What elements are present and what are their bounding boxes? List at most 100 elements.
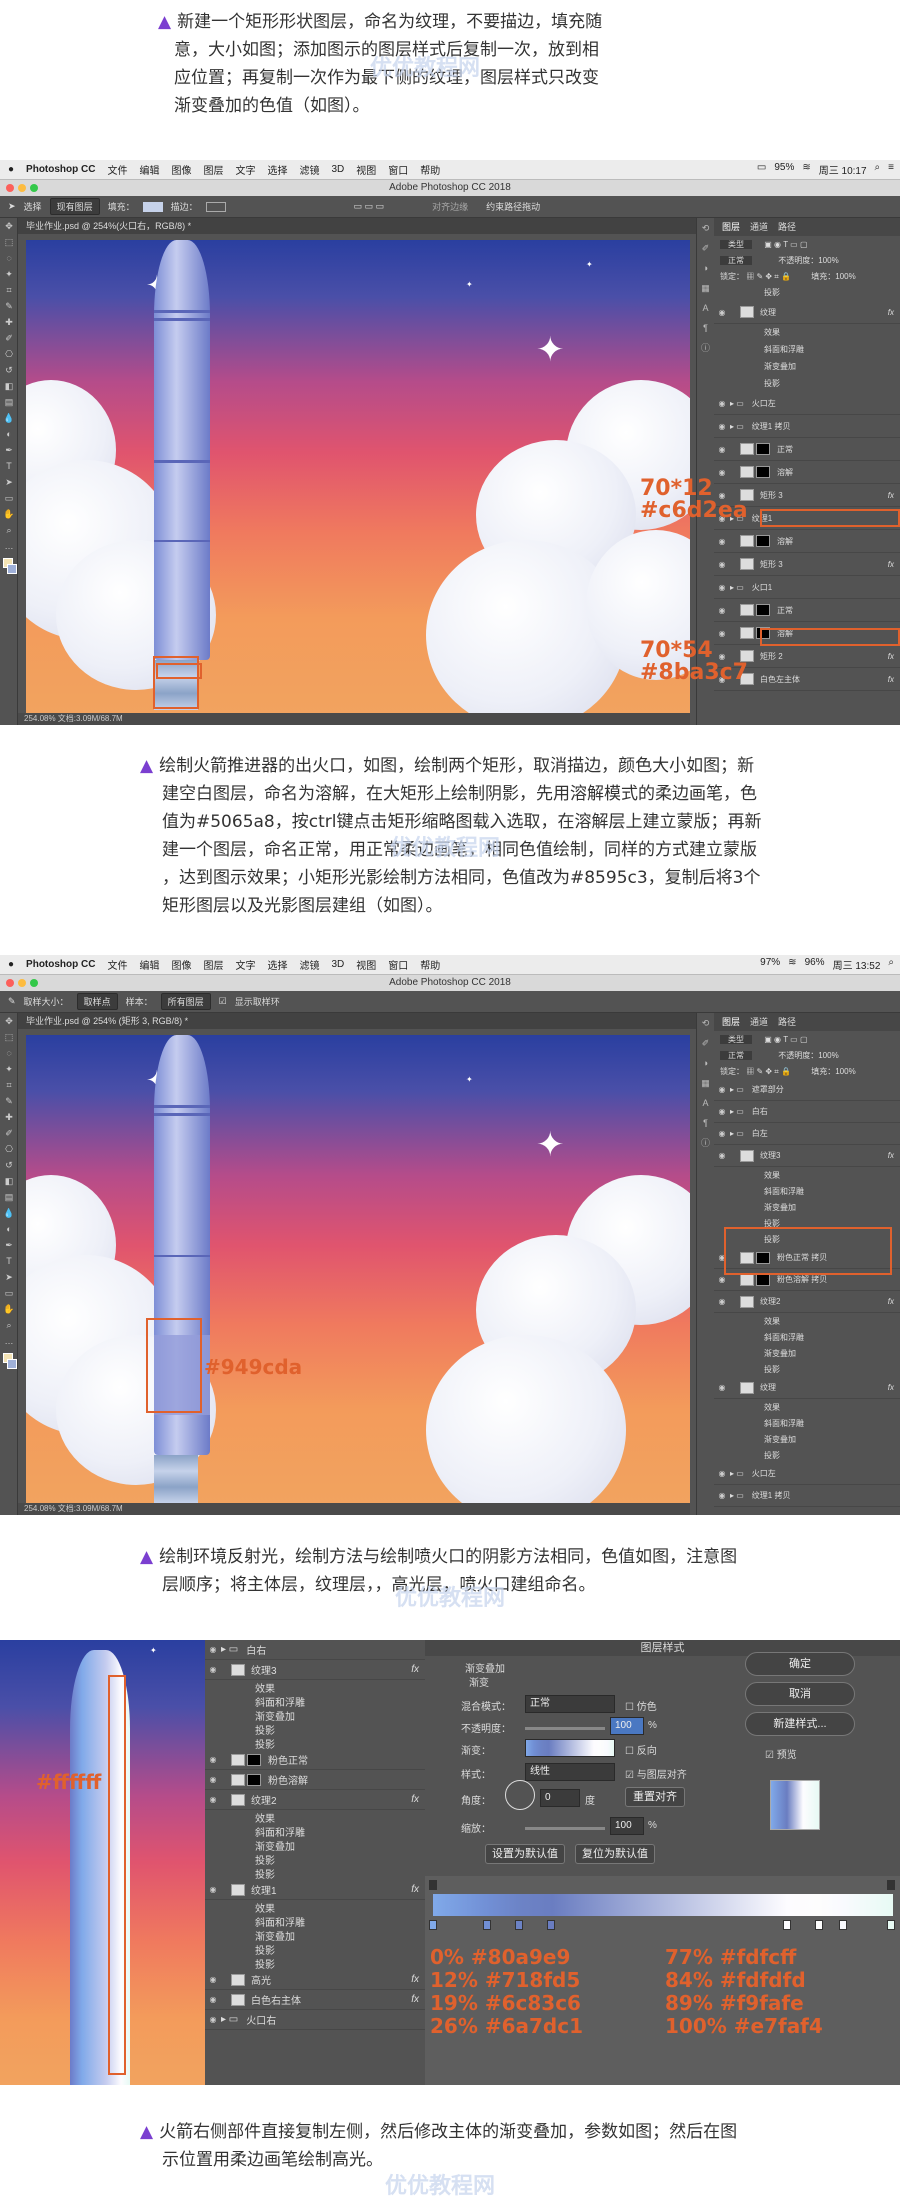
filter-icons[interactable]: ▣ ◉ T ▭ ▢ [764, 240, 807, 249]
layer-row[interactable]: ◉ 纹理2 fx [205, 1790, 425, 1810]
pen-tool-icon[interactable]: ✒ [0, 442, 18, 458]
dither-checkbox[interactable]: ☐ 仿色 [625, 1698, 657, 1713]
visibility-eye-icon[interactable]: ◉ [205, 1975, 221, 1984]
history-brush-icon[interactable]: ↺ [0, 1157, 18, 1173]
character-icon[interactable]: A [697, 298, 714, 318]
folder-icon[interactable]: ▸ ▭ [730, 1469, 744, 1478]
layer-row[interactable]: ◉ 白色右主体 fx [205, 1990, 425, 2010]
layer-effect-row[interactable]: ◉斜面和浮雕 [714, 1415, 900, 1431]
visibility-eye-icon[interactable]: ◉ [714, 1107, 730, 1116]
canvas-artwork[interactable]: ✦ ✦ ✦ #949cda [26, 1035, 690, 1503]
swatch-icon[interactable]: ▦ [697, 1073, 714, 1093]
lasso-tool-icon[interactable]: ◌ [0, 1045, 18, 1061]
brush-preset-icon[interactable]: ✐ [697, 238, 714, 258]
gradient-swatch[interactable] [525, 1739, 615, 1757]
layer-row[interactable]: ◉ 纹理3 fx [714, 1145, 900, 1167]
heal-tool-icon[interactable]: ✚ [0, 1109, 18, 1125]
layer-thumbnail[interactable] [740, 1149, 754, 1162]
ok-button[interactable]: 确定 [745, 1652, 855, 1676]
brush-preset-icon[interactable]: ✐ [697, 1033, 714, 1053]
history-icon[interactable]: ⟲ [697, 218, 714, 238]
visibility-eye-icon[interactable]: ◉ [714, 1275, 730, 1284]
paragraph-icon[interactable]: ¶ [697, 1113, 714, 1133]
fill-value[interactable]: 100% [835, 1067, 855, 1076]
menu-help[interactable]: 帮助 [420, 162, 440, 177]
fx-icon[interactable]: fx [411, 1994, 425, 2005]
layer-thumbnail[interactable] [740, 627, 754, 639]
folder-icon[interactable]: ▸ ▭ [730, 1085, 744, 1094]
opacity-input[interactable]: 100 [610, 1717, 644, 1735]
visibility-eye-icon[interactable]: ◉ [714, 537, 730, 546]
wand-tool-icon[interactable]: ✦ [0, 266, 18, 282]
layer-effect-row[interactable]: ◉斜面和浮雕 [205, 1824, 425, 1839]
layer-group-row[interactable]: ◉ ▸ ▭ 火口左 [714, 392, 900, 415]
fx-icon[interactable]: fx [411, 1884, 425, 1895]
color-stop[interactable] [547, 1920, 555, 1930]
layer-group-row[interactable]: ◉ ▸ ▭ 白左 [714, 1123, 900, 1145]
menu-window[interactable]: 窗口 [388, 957, 408, 972]
tab-paths[interactable]: 路径 [778, 218, 796, 236]
layer-effect-row[interactable]: ◉投影 [714, 284, 900, 301]
mask-thumbnail[interactable] [756, 443, 770, 455]
checkbox-icon[interactable]: ☑ [219, 996, 227, 1007]
stamp-tool-icon[interactable]: ⎔ [0, 346, 18, 362]
blend-mode-dropdown[interactable]: 正常 [525, 1695, 615, 1713]
fx-icon[interactable]: fx [888, 1297, 900, 1306]
layer-group-row[interactable]: ◉ ▸ ▭ 火口1 [714, 576, 900, 599]
lock-icons[interactable]: ▦ ✎ ✥ ⌗ 🔒 [746, 272, 791, 281]
layer-row[interactable]: ◉ 纹理 fx [714, 1377, 900, 1399]
opacity-slider[interactable] [525, 1727, 605, 1730]
fill-swatch[interactable] [142, 201, 163, 212]
visibility-eye-icon[interactable]: ◉ [714, 308, 730, 317]
visibility-eye-icon[interactable]: ◉ [714, 1383, 730, 1392]
document-tab[interactable]: 毕业作业.psd @ 254%(火口右，RGB/8) * [18, 218, 710, 234]
layer-effect-row[interactable]: ◉效果 [714, 1313, 900, 1329]
layer-effect-row[interactable]: ◉投影 [205, 1942, 425, 1957]
layer-row[interactable]: ◉ 粉色正常 [205, 1750, 425, 1770]
character-icon[interactable]: A [697, 1093, 714, 1113]
layer-effect-row[interactable]: ◉斜面和浮雕 [714, 1329, 900, 1345]
scale-input[interactable]: 100 [610, 1817, 644, 1835]
menu-image[interactable]: 图像 [171, 162, 191, 177]
layer-effect-row[interactable]: ◉效果 [205, 1680, 425, 1695]
move-tool-icon[interactable]: ✥ [0, 1013, 18, 1029]
sample-dropdown[interactable]: 所有图层 [160, 993, 211, 1010]
layer-thumbnail[interactable] [231, 1883, 245, 1896]
visibility-eye-icon[interactable]: ◉ [205, 1795, 221, 1804]
swatch-icon[interactable]: ▦ [697, 278, 714, 298]
layer-thumbnail[interactable] [740, 1295, 754, 1308]
visibility-eye-icon[interactable]: ◉ [714, 445, 730, 454]
layer-row[interactable]: ◉ 正常 [714, 438, 900, 461]
layer-effect-row[interactable]: ◉斜面和浮雕 [205, 1914, 425, 1929]
reset-default-button[interactable]: 复位为默认值 [575, 1844, 655, 1864]
layer-thumbnail[interactable] [740, 535, 754, 547]
layer-row[interactable]: ◉ 纹理 fx [714, 301, 900, 324]
layer-effect-row[interactable]: ◉投影 [714, 1447, 900, 1463]
filter-icons[interactable]: ▣ ◉ T ▭ ▢ [764, 1035, 807, 1044]
blur-tool-icon[interactable]: 💧 [0, 410, 18, 426]
adjust-icon[interactable]: ◑ [697, 258, 714, 278]
blend-mode-dropdown[interactable]: 正常 [720, 1051, 752, 1060]
fx-icon[interactable]: fx [888, 675, 900, 684]
path-select-tool-icon[interactable]: ➤ [8, 201, 16, 212]
fx-icon[interactable]: fx [411, 1794, 425, 1805]
layer-effect-row[interactable]: ◉效果 [205, 1900, 425, 1915]
layer-thumbnail[interactable] [740, 443, 754, 455]
apple-icon[interactable]: ● [8, 164, 14, 175]
color-stop[interactable] [783, 1920, 791, 1930]
document-tab[interactable]: 毕业作业.psd @ 254% (矩形 3, RGB/8) * [18, 1013, 710, 1029]
layer-effect-row[interactable]: ◉渐变叠加 [714, 358, 900, 375]
shape-tool-icon[interactable]: ▭ [0, 1285, 18, 1301]
menu-edit[interactable]: 编辑 [139, 957, 159, 972]
fx-icon[interactable]: fx [888, 560, 900, 569]
eyedropper-icon[interactable]: ✎ [8, 996, 16, 1007]
fx-icon[interactable]: fx [888, 1383, 900, 1392]
visibility-eye-icon[interactable]: ◉ [714, 606, 730, 615]
menu-select[interactable]: 选择 [267, 162, 287, 177]
close-icon[interactable] [6, 184, 14, 192]
constrain-option[interactable]: 约束路径拖动 [486, 200, 540, 213]
scale-slider[interactable] [525, 1827, 605, 1830]
gradient-tool-icon[interactable]: ▤ [0, 1189, 18, 1205]
opacity-stop[interactable] [887, 1880, 895, 1890]
color-stop[interactable] [483, 1920, 491, 1930]
